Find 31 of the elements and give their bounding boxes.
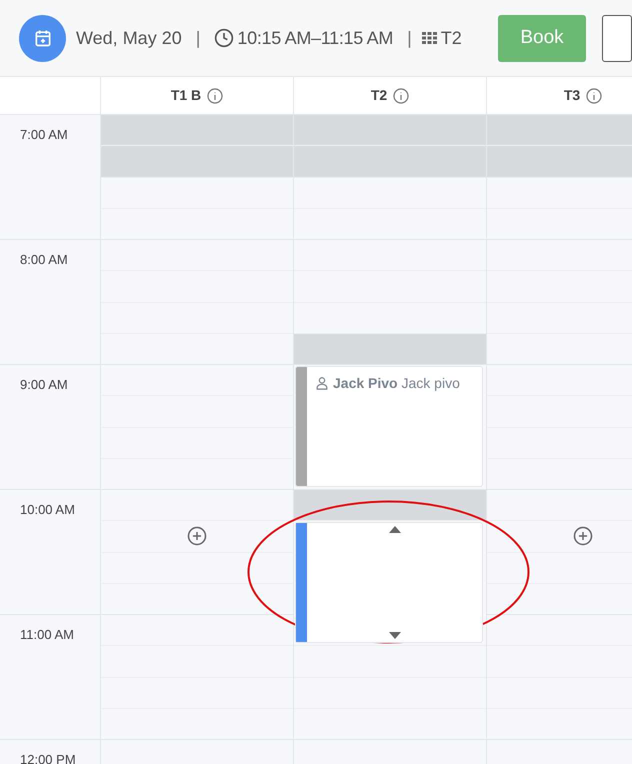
column-title: T1 B bbox=[170, 86, 202, 105]
calendar-add-icon bbox=[32, 28, 52, 48]
resize-down-handle[interactable] bbox=[388, 632, 400, 640]
add-icon[interactable] bbox=[573, 526, 593, 546]
resize-up-handle[interactable] bbox=[388, 526, 400, 534]
table-text: T2 bbox=[440, 26, 462, 50]
hour-label: 9:00 AM bbox=[20, 377, 68, 392]
clock-icon bbox=[214, 28, 234, 48]
calendar-button[interactable] bbox=[19, 14, 66, 62]
hour-label: 7:00 AM bbox=[20, 127, 68, 142]
time-range-text: 10:15 AM–11:15 AM bbox=[237, 26, 394, 50]
appointment-card[interactable]: Jack Pivo Jack pivo bbox=[295, 366, 483, 487]
new-appointment-card[interactable] bbox=[295, 522, 483, 644]
column-title: T2 bbox=[370, 86, 388, 105]
partial-button[interactable] bbox=[602, 14, 632, 62]
table-grid-icon bbox=[422, 32, 438, 44]
appointment-text: Jack Pivo Jack pivo bbox=[307, 367, 468, 399]
person-icon bbox=[315, 376, 329, 390]
hour-label: 10:00 AM bbox=[20, 502, 75, 517]
separator: | bbox=[407, 26, 412, 50]
column-title: T3 bbox=[564, 86, 580, 105]
separator: | bbox=[196, 26, 200, 50]
info-icon[interactable] bbox=[207, 88, 224, 104]
hour-label: 8:00 AM bbox=[20, 252, 68, 267]
hour-label: 12:00 PM bbox=[20, 752, 76, 764]
info-icon[interactable] bbox=[393, 88, 410, 104]
add-icon[interactable] bbox=[187, 526, 207, 546]
hour-label: 11:00 AM bbox=[20, 627, 74, 642]
date-text: Wed, May 20 bbox=[76, 26, 182, 50]
info-icon[interactable] bbox=[586, 88, 602, 104]
book-button[interactable]: Book bbox=[498, 14, 586, 62]
